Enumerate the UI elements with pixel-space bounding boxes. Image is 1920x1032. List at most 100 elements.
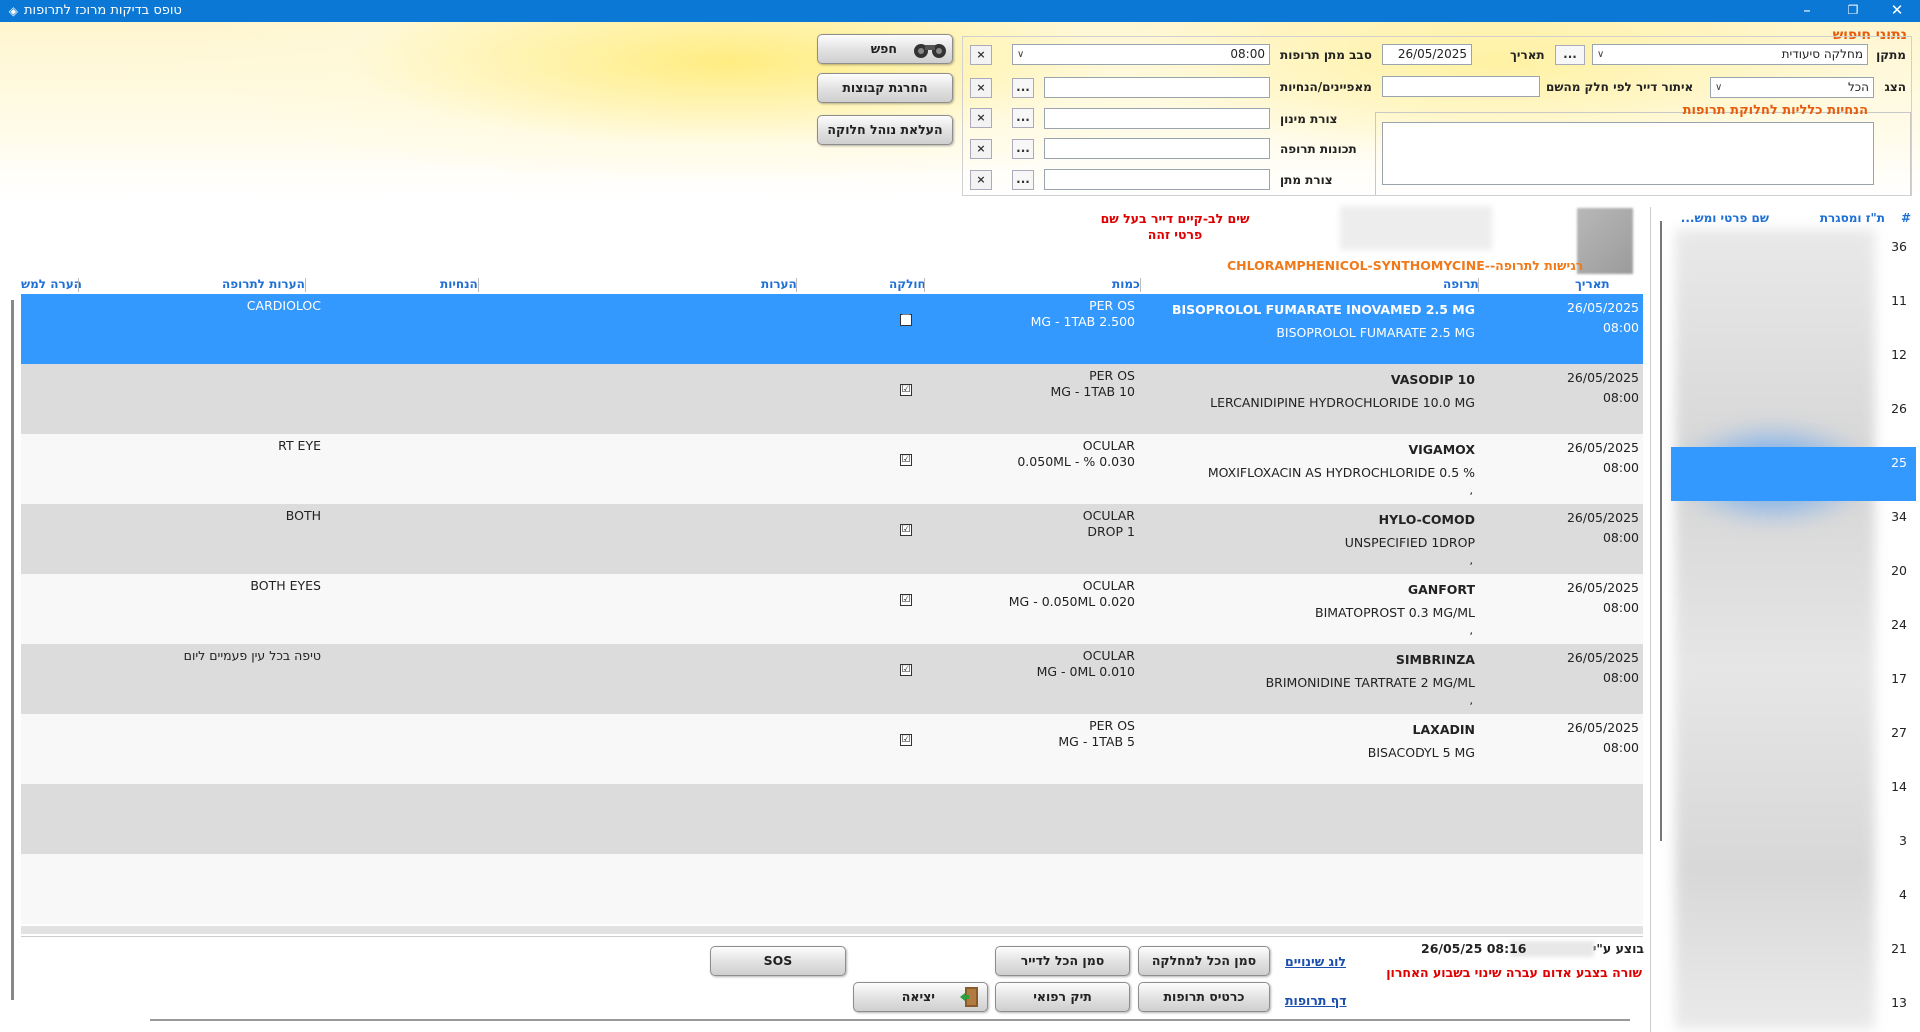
sos-button[interactable]: SOS: [710, 946, 846, 976]
resident-row-number[interactable]: 25: [1867, 455, 1907, 470]
resident-row-number[interactable]: 27: [1867, 725, 1907, 740]
horizontal-scrollbar[interactable]: [21, 926, 1643, 934]
close-button[interactable]: ✕: [1874, 0, 1920, 22]
binoculars-icon: [914, 44, 946, 58]
row-date-value: 26/05/2025: [1566, 720, 1639, 735]
header-drug[interactable]: תרופה: [1443, 277, 1479, 291]
header-quantity[interactable]: כמות: [1112, 277, 1140, 291]
row-comma: ,: [1469, 624, 1474, 637]
row-distributed-checkbox[interactable]: ☑: [900, 734, 912, 746]
table-row[interactable]: 26/05/2025 08:00 BISOPROLOL FUMARATE INOVA…: [21, 294, 1643, 364]
resident-row-number[interactable]: 4: [1867, 887, 1907, 902]
run-groups-button[interactable]: החרגת קבוצות: [817, 73, 953, 103]
row-qty: 0.050ML - % 0.030: [1017, 454, 1135, 469]
row-distributed-checkbox[interactable]: ☑: [900, 664, 912, 676]
resident-row-number[interactable]: 21: [1867, 941, 1907, 956]
row-quantity: PER OS MG - 1TAB 5: [1058, 718, 1135, 750]
row-drug-generic: LERCANIDIPINE HYDROCHLORIDE 10.0 MG: [1210, 395, 1475, 410]
minimize-button[interactable]: –: [1784, 0, 1830, 22]
header-remarks[interactable]: הערות: [761, 277, 797, 291]
resident-row-number[interactable]: 34: [1867, 509, 1907, 524]
change-log-link[interactable]: לוג שינויים: [1285, 954, 1346, 969]
row-drug-name: VASODIP 10: [1390, 372, 1475, 387]
app-icon: ◈: [8, 4, 18, 18]
row-distributed-checkbox[interactable]: ☑: [900, 384, 912, 396]
title-bar: ◈ טופס בדיקות מרוכז לתרופות – ❐ ✕: [0, 0, 1920, 22]
row-distributed-checkbox[interactable]: ☑: [900, 314, 912, 326]
bottom-scrollbar[interactable]: [150, 1019, 1630, 1021]
row-date: 26/05/2025 08:00: [1567, 298, 1639, 338]
drug-card-button[interactable]: כרטיס תרופות: [1138, 982, 1270, 1012]
duplicate-name-warning: שים לב-קיים דייר בעל שם פרטי זהה: [1100, 211, 1250, 243]
mark-all-department-button[interactable]: סמן הכל למחלקה: [1138, 946, 1270, 976]
upload-procedure-button[interactable]: העלאת נוהל חלוקה: [817, 115, 953, 145]
restore-button[interactable]: ❐: [1830, 0, 1876, 22]
table-row[interactable]: [21, 784, 1643, 854]
row-time-value: 08:00: [1602, 670, 1639, 685]
residents-list-redacted: [1675, 229, 1875, 1029]
row-comma: ,: [1469, 484, 1474, 497]
resident-row-number[interactable]: 26: [1867, 401, 1907, 416]
row-drug: GANFORT BIMATOPROST 0.3 MG/ML: [1315, 578, 1475, 624]
residents-header-id[interactable]: ת"ז ומסגרת: [1820, 211, 1885, 225]
row-distributed-checkbox[interactable]: ☑: [900, 524, 912, 536]
header-drug-notes[interactable]: הערות לתרופה: [222, 277, 305, 291]
table-row[interactable]: 26/05/2025 08:00 GANFORT BIMATOPROST 0.3 MG…: [21, 574, 1643, 644]
row-distributed-checkbox[interactable]: ☑: [900, 594, 912, 606]
resident-row-number[interactable]: 14: [1867, 779, 1907, 794]
header-note-short[interactable]: הערה למש: [21, 277, 82, 291]
row-drug-note: BOTH EYES: [250, 578, 321, 593]
resident-row-number[interactable]: 24: [1867, 617, 1907, 632]
row-qty: MG - 1TAB 10: [1050, 384, 1135, 399]
residents-header-num[interactable]: #: [1901, 211, 1911, 225]
header-instructions[interactable]: הנחיות: [440, 277, 478, 291]
search-frame: [962, 36, 1912, 196]
row-route: PER OS: [1089, 718, 1135, 733]
row-drug: VIGAMOX MOXIFLOXACIN AS HYDROCHLORIDE 0.5…: [1208, 438, 1475, 484]
exit-button-label: יציאה: [901, 989, 935, 1004]
done-by-label: בוצע ע"י: [1592, 941, 1644, 956]
row-quantity: OCULAR DROP 1: [1083, 508, 1135, 540]
row-drug-name: HYLO-COMOD: [1378, 512, 1475, 527]
red-row-legend: שורה בצבע אדום עברה שינוי בשבוע האחרון: [1386, 965, 1642, 980]
row-time-value: 08:00: [1602, 740, 1639, 755]
table-row[interactable]: 26/05/2025 08:00 LAXADIN BISACODYL 5 MG PER …: [21, 714, 1643, 784]
row-drug: SIMBRINZA BRIMONIDINE TARTRATE 2 MG/ML: [1266, 648, 1475, 694]
row-drug-name: LAXADIN: [1412, 722, 1475, 737]
exit-button[interactable]: יציאה: [853, 982, 988, 1012]
row-date: 26/05/2025 08:00: [1567, 438, 1639, 478]
row-drug-name: VIGAMOX: [1408, 442, 1475, 457]
resident-row-number[interactable]: 11: [1867, 293, 1907, 308]
mark-all-resident-button[interactable]: סמן הכל לדייר: [995, 946, 1130, 976]
residents-scrollbar[interactable]: [1660, 221, 1662, 841]
vertical-scrollbar[interactable]: [11, 300, 14, 1000]
window-title: טופס בדיקות מרוכז לתרופות: [24, 3, 182, 18]
resident-row-number[interactable]: 17: [1867, 671, 1907, 686]
row-drug-generic: BISACODYL 5 MG: [1367, 745, 1475, 760]
row-quantity: PER OS MG - 1TAB 10: [1050, 368, 1135, 400]
row-quantity: OCULAR MG - 0ML 0.010: [1037, 648, 1135, 680]
resident-photo: [1577, 208, 1633, 274]
search-button[interactable]: חפש: [817, 34, 953, 64]
table-row[interactable]: 26/05/2025 08:00 HYLO-COMOD UNSPECIFIED 1DR…: [21, 504, 1643, 574]
row-distributed-checkbox[interactable]: ☑: [900, 454, 912, 466]
residents-header-name[interactable]: שם פרטי ומש...: [1681, 211, 1769, 225]
resident-row-number[interactable]: 12: [1867, 347, 1907, 362]
row-drug-note: טיפה בכל עין פעמיים ליום: [183, 648, 321, 663]
resident-row-number[interactable]: 20: [1867, 563, 1907, 578]
medical-file-button[interactable]: תיק רפואי: [995, 982, 1130, 1012]
table-row[interactable]: 26/05/2025 08:00 SIMBRINZA BRIMONIDINE TART…: [21, 644, 1643, 714]
row-drug-name: SIMBRINZA: [1395, 652, 1475, 667]
done-time: 08:16 26/05/25: [1421, 941, 1527, 956]
drug-page-link[interactable]: דף תרופות: [1285, 993, 1347, 1008]
table-row[interactable]: 26/05/2025 08:00 VASODIP 10 LERCANIDIPINE H…: [21, 364, 1643, 434]
resident-row-number[interactable]: 13: [1867, 995, 1907, 1010]
table-row[interactable]: [21, 854, 1643, 924]
row-date-value: 26/05/2025: [1566, 440, 1639, 455]
header-distributed[interactable]: חולקה: [889, 277, 926, 291]
table-row[interactable]: 26/05/2025 08:00 VIGAMOX MOXIFLOXACIN AS HY…: [21, 434, 1643, 504]
resident-row-number[interactable]: 36: [1867, 239, 1907, 254]
header-date[interactable]: תאריך: [1575, 277, 1610, 291]
resident-row-number[interactable]: 3: [1867, 833, 1907, 848]
resident-details-redacted: [1340, 206, 1492, 250]
